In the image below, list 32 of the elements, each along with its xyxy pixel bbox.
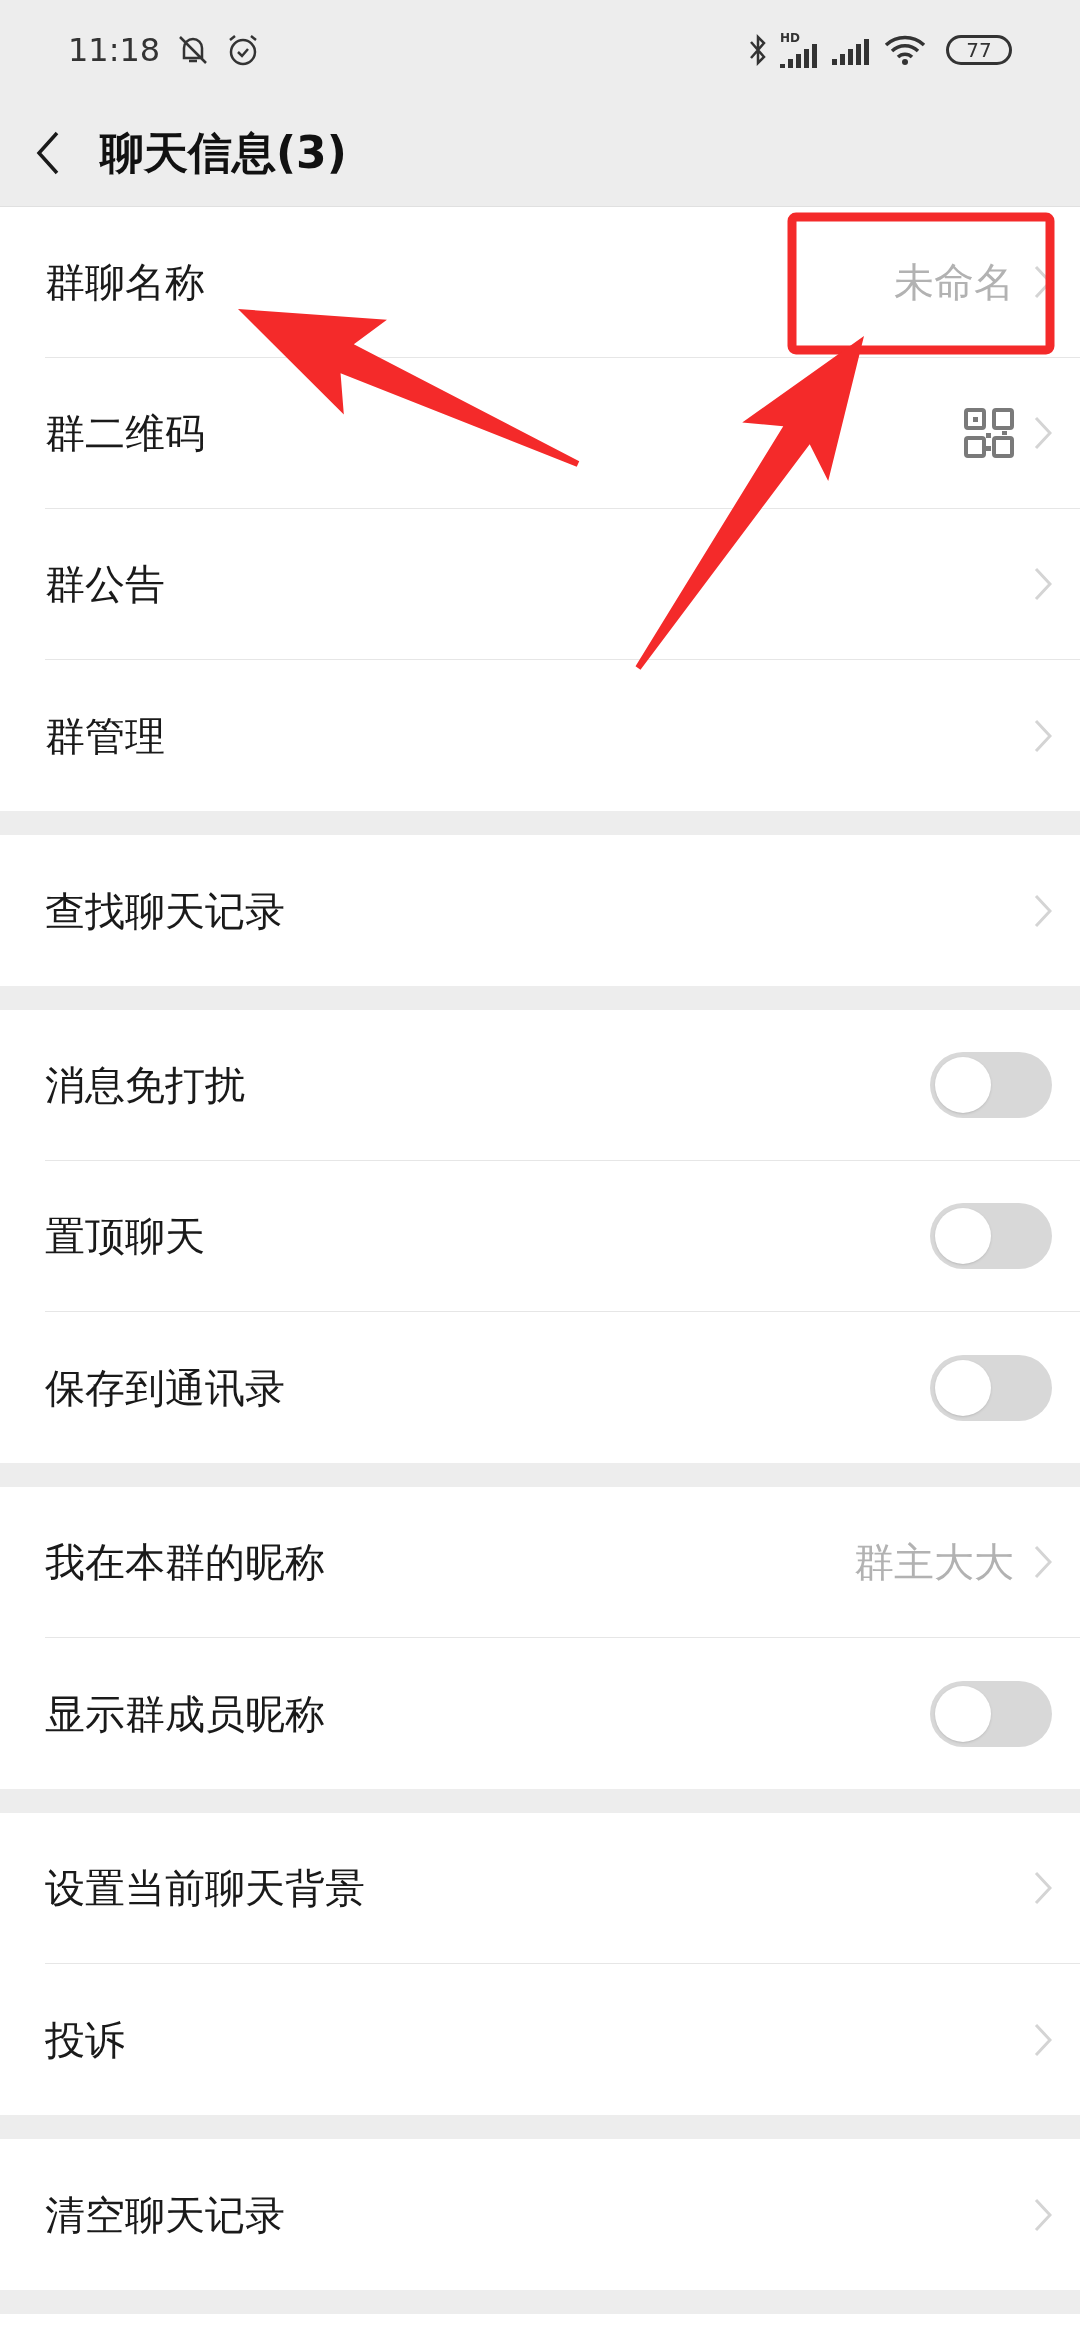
row-value: 未命名	[894, 258, 1014, 307]
network-type: HD	[780, 32, 800, 44]
chevron-icon	[1034, 718, 1052, 753]
signal-icon	[780, 44, 820, 68]
chevron-icon	[1034, 2022, 1052, 2057]
row-label[interactable]: 群公告	[45, 554, 165, 614]
row-label[interactable]: 查找聊天记录	[45, 880, 285, 941]
row-label[interactable]: 清空聊天记录	[45, 2184, 285, 2245]
row-label[interactable]: 显示群成员昵称	[45, 1683, 325, 1744]
chevron-icon	[1034, 2197, 1052, 2232]
row-label[interactable]: 群聊名称	[45, 252, 205, 312]
row-label[interactable]: 设置当前聊天背景	[45, 1858, 365, 1918]
bluetooth-icon	[748, 33, 768, 67]
row-value: 群主大大	[854, 1538, 1014, 1587]
row-label[interactable]: 群管理	[45, 705, 165, 766]
back-icon[interactable]	[36, 131, 60, 175]
row-label[interactable]: 我在本群的昵称	[45, 1532, 325, 1592]
chevron-icon	[1034, 893, 1052, 928]
row-label[interactable]: 群二维码	[45, 403, 205, 463]
wifi-icon	[884, 34, 926, 66]
chevron-icon	[1034, 567, 1052, 601]
row-label[interactable]: 置顶聊天	[45, 1206, 205, 1266]
row-label[interactable]: 投诉	[45, 2009, 125, 2070]
battery-indicator: 77	[946, 35, 1012, 65]
row-label[interactable]: 保存到通讯录	[45, 1357, 285, 1418]
page-title: 聊天信息(3)	[100, 126, 347, 180]
row-label[interactable]: 消息免打扰	[45, 1055, 245, 1115]
chevron-icon	[1034, 1871, 1052, 1905]
qr-code-icon	[964, 408, 1014, 458]
status-time: 11:18	[68, 30, 161, 71]
chevron-icon	[1034, 416, 1052, 450]
chevron-icon	[1034, 1545, 1052, 1579]
